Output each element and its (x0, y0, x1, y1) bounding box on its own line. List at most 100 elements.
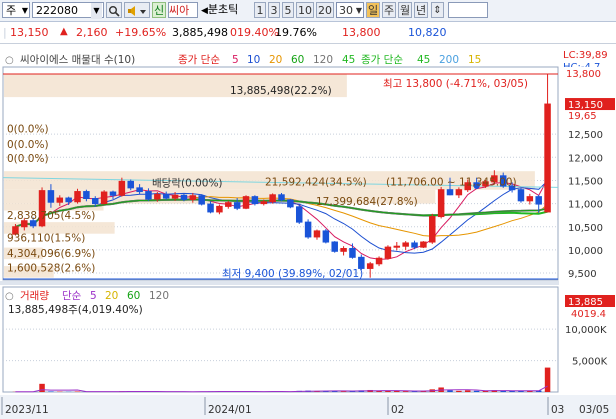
x-axis-label: 03/05 (579, 404, 609, 416)
x-axis-label: 02 (391, 404, 404, 416)
candle (136, 187, 143, 193)
high-price: 13,800 (342, 26, 381, 39)
toolbar: 주 ▼ 222080 ▼ 신 씨아 ◀분초틱 1 3 5 10 20 30 ▼ … (0, 0, 616, 22)
volume-profile-label: 13,885,498(22.2%) (230, 85, 332, 97)
candle (180, 194, 188, 200)
candle (331, 241, 338, 252)
high-annotation: 최고 13,800 (-4.71%, 03/05) (383, 78, 528, 90)
candle (56, 197, 64, 203)
search-icon[interactable] (106, 2, 122, 18)
minute-select[interactable]: 30 ▼ (336, 2, 364, 18)
x-axis-label: 03 (551, 404, 564, 416)
volume-bar (394, 390, 400, 392)
price-tick: 12,000 (568, 153, 603, 164)
arrow-updown-icon[interactable]: ⇕ (431, 2, 444, 18)
period-group[interactable]: ◀분초틱 (201, 2, 253, 18)
candle (526, 196, 534, 202)
high-marker: 13,800 (566, 69, 601, 80)
candle (429, 216, 436, 243)
candle (366, 263, 374, 269)
minute-option-5[interactable]: 5 (282, 2, 294, 18)
ma-legend-period2-45: 45 (417, 54, 430, 66)
candle (260, 201, 268, 205)
candle (83, 191, 90, 200)
candlestick-chart[interactable]: 최고 13,800 (-4.71%, 03/05) 최저 9,400 (39.89… (0, 47, 616, 419)
candle (47, 190, 55, 203)
volume-badge: 13,885 (568, 297, 603, 308)
tab-week[interactable]: 주 (382, 2, 396, 18)
candle (225, 202, 232, 207)
dividend-annotation: 배당락(0.00%) (152, 177, 223, 189)
current-price: 13,150 (10, 26, 49, 39)
candle (189, 195, 197, 200)
volume-panel (2, 286, 559, 393)
stock-name[interactable]: 씨아 (168, 2, 198, 18)
count-input[interactable] (448, 2, 488, 18)
volume-bar (39, 383, 45, 392)
candle (455, 189, 463, 196)
arrow-left-icon[interactable]: ◀ (201, 6, 208, 16)
volume-bar (456, 390, 462, 392)
tab-day[interactable]: 일 (366, 2, 380, 18)
minute-option-1[interactable]: 1 (254, 2, 266, 18)
candle (420, 241, 427, 248)
dropdown-icon[interactable]: ▼ (22, 3, 28, 19)
dropdown-icon[interactable]: ▼ (356, 3, 362, 19)
candle (207, 203, 214, 213)
candle (109, 191, 117, 196)
candle (544, 103, 551, 213)
candle (411, 242, 418, 248)
period-label: 분초틱 (207, 3, 239, 16)
candle (118, 180, 126, 196)
volume-current: 13,885,498주(4,019.40%) (8, 304, 143, 316)
volume-bar (544, 367, 551, 392)
candle (393, 245, 401, 248)
candle (313, 230, 321, 238)
panel-splitter[interactable] (0, 281, 616, 285)
volume-bar (48, 391, 54, 392)
candle (340, 248, 347, 252)
volume-ma-period-5: 5 (90, 290, 97, 302)
market-label: 주 (6, 4, 17, 17)
speaker-icon[interactable] (124, 2, 150, 18)
up-arrow-icon: ▲ (60, 26, 68, 37)
volume-legend-circle-icon: ○ (5, 291, 14, 302)
crosshair-range: (11,706.00 ~ 11,345.00) (386, 177, 517, 189)
volume-profile-label: 0(0.0%) (7, 123, 49, 135)
candle (171, 194, 179, 199)
volume-ma-period-120: 120 (149, 290, 169, 302)
candle (358, 256, 365, 269)
volume-profile-label: 0(0.0%) (7, 153, 49, 165)
indicator-title: 씨아이에스 매물대 수(10) (20, 54, 135, 66)
candle (535, 196, 542, 205)
candle (100, 191, 108, 205)
candle (251, 196, 259, 205)
candle (278, 194, 285, 201)
minute-option-20[interactable]: 20 (316, 2, 334, 18)
price-bar-separator: | (3, 26, 7, 39)
credit-badge[interactable]: 신 (152, 2, 166, 18)
dropdown-icon[interactable]: ▼ (91, 3, 102, 19)
ma-legend-period2-200: 200 (439, 54, 459, 66)
lc-label: LC:39,89 (563, 50, 608, 61)
price-bar: | 13,150 ▲ 2,160 +19.65% 3,885,498 019.4… (0, 23, 616, 44)
volume-profile-label: 1,600,528(2.6%) (7, 263, 95, 275)
ma-legend-period2-15: 15 (468, 54, 481, 66)
volume-profile-label: 0(0.0%) (7, 139, 49, 151)
candle (65, 197, 72, 203)
candle (74, 191, 81, 203)
minute-option-10[interactable]: 10 (296, 2, 314, 18)
market-select[interactable]: 주 ▼ (2, 2, 30, 18)
x-axis-bar (0, 395, 616, 419)
tab-year[interactable]: 년 (414, 2, 428, 18)
candle (437, 189, 445, 218)
candle (154, 193, 161, 200)
tab-month[interactable]: 월 (398, 2, 412, 18)
stock-code-input[interactable]: 222080 ▼ (32, 2, 104, 19)
volume-bar (473, 390, 480, 392)
price-tick: 11,500 (568, 176, 603, 187)
candle (145, 191, 152, 200)
ma-legend-period-45: 45 (342, 54, 355, 66)
minute-selected: 30 (339, 4, 353, 17)
minute-option-3[interactable]: 3 (268, 2, 280, 18)
